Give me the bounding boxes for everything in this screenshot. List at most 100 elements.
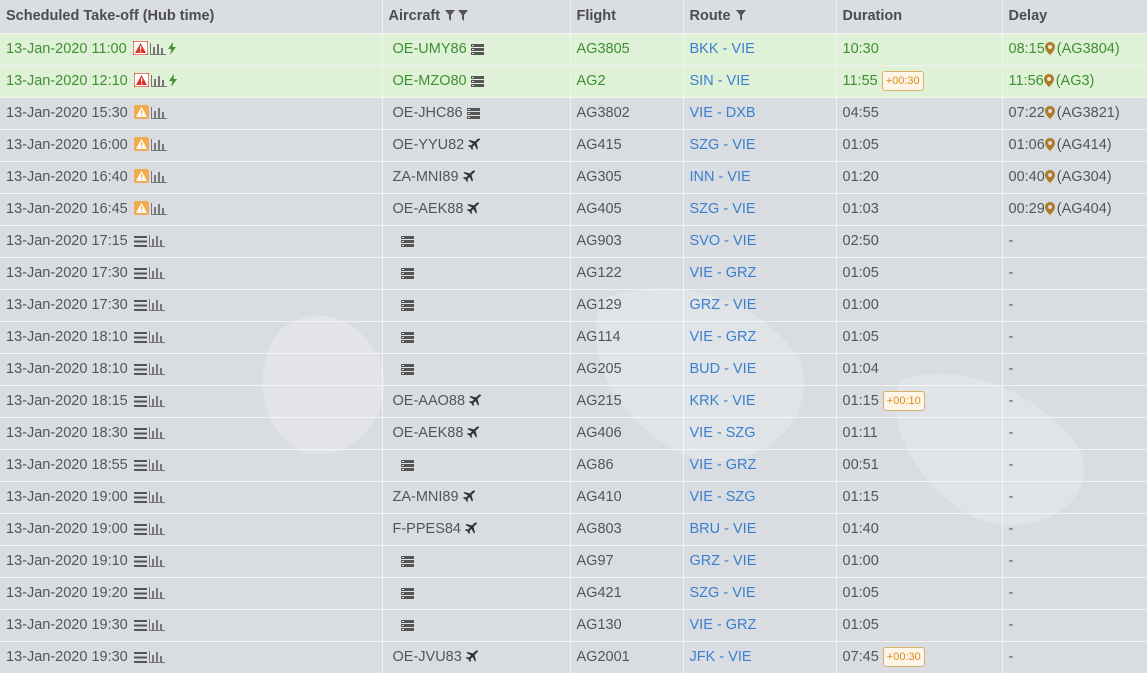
location-pin-icon[interactable] [1043,73,1056,89]
plane-icon[interactable] [461,489,476,505]
warning-orange-icon[interactable] [132,169,149,185]
menu-lines-icon[interactable] [132,297,147,313]
location-pin-icon[interactable] [1044,137,1057,153]
filter-icon[interactable] [443,8,456,24]
table-row[interactable]: 13-Jan-2020 16:40 ZA-MNI89 AG305 INN - VIE… [0,161,1147,193]
route-cell[interactable]: SVO - VIE [683,225,837,257]
bar-chart-icon[interactable] [147,617,165,633]
bar-chart-icon[interactable] [147,361,165,377]
aircraft-cell[interactable] [382,257,571,289]
location-pin-icon[interactable] [1044,201,1057,217]
menu-lines-icon[interactable] [132,489,147,505]
list-icon[interactable] [399,329,414,345]
menu-lines-icon[interactable] [132,649,147,665]
aircraft-cell[interactable]: OE-AEK88 [382,417,571,449]
plane-icon[interactable] [465,201,480,217]
list-icon[interactable] [469,41,484,57]
aircraft-cell[interactable]: ZA-MNI89 [382,161,571,193]
table-row[interactable]: 13-Jan-2020 11:00 OE-UMY86 AG3805 BKK - VI… [0,33,1147,65]
route-link[interactable]: SZG - VIE [690,201,756,217]
aircraft-cell[interactable]: OE-JVU83 [382,641,571,673]
aircraft-cell[interactable] [382,577,571,609]
route-cell[interactable]: BKK - VIE [683,33,837,65]
aircraft-cell[interactable] [382,449,571,481]
bar-chart-icon[interactable] [147,425,165,441]
bar-chart-icon[interactable] [147,457,165,473]
route-link[interactable]: KRK - VIE [690,393,756,409]
bar-chart-icon[interactable] [147,521,165,537]
column-header-delay[interactable]: Delay [1002,0,1147,33]
table-row[interactable]: 13-Jan-2020 19:10 AG97 GRZ - VIE 01:00 - [0,545,1147,577]
bar-chart-icon[interactable] [148,41,166,57]
location-pin-icon[interactable] [1044,105,1057,121]
table-row[interactable]: 13-Jan-2020 19:00 ZA-MNI89 AG410 VIE - SZG… [0,481,1147,513]
menu-lines-icon[interactable] [132,617,147,633]
aircraft-cell[interactable]: OE-MZO80 [382,65,571,97]
aircraft-cell[interactable] [382,321,571,353]
bar-chart-icon[interactable] [149,73,167,89]
warning-orange-icon[interactable] [132,201,149,217]
warning-orange-icon[interactable] [132,137,149,153]
column-header-route[interactable]: Route [683,0,837,33]
menu-lines-icon[interactable] [132,265,147,281]
aircraft-cell[interactable]: ZA-MNI89 [382,481,571,513]
location-pin-icon[interactable] [1044,169,1057,185]
bar-chart-icon[interactable] [149,137,167,153]
column-header-duration[interactable]: Duration [836,0,1003,33]
aircraft-cell[interactable] [382,609,571,641]
route-cell[interactable]: GRZ - VIE [683,545,837,577]
aircraft-cell[interactable] [382,353,571,385]
warning-red-icon[interactable] [132,73,149,89]
route-link[interactable]: VIE - GRZ [690,265,757,281]
plane-icon[interactable] [467,393,482,409]
plane-icon[interactable] [466,137,481,153]
bar-chart-icon[interactable] [147,393,165,409]
table-row[interactable]: 13-Jan-2020 18:15 OE-AAO88 AG215 KRK - VIE… [0,385,1147,417]
menu-lines-icon[interactable] [132,361,147,377]
list-icon[interactable] [399,233,414,249]
filter-icon[interactable] [734,8,746,24]
route-link[interactable]: JFK - VIE [690,649,752,665]
table-row[interactable]: 13-Jan-2020 15:30 OE-JHC86 AG3802 VIE - DX… [0,97,1147,129]
route-cell[interactable]: GRZ - VIE [683,289,837,321]
route-cell[interactable]: KRK - VIE [683,385,837,417]
route-link[interactable]: SZG - VIE [690,585,756,601]
route-cell[interactable]: BRU - VIE [683,513,837,545]
route-cell[interactable]: VIE - SZG [683,417,837,449]
menu-lines-icon[interactable] [132,553,147,569]
menu-lines-icon[interactable] [132,457,147,473]
route-link[interactable]: VIE - DXB [690,105,756,121]
table-row[interactable]: 13-Jan-2020 19:00 F-PPES84 AG803 BRU - VIE… [0,513,1147,545]
column-header-aircraft[interactable]: Aircraft [382,0,571,33]
list-icon[interactable] [399,585,414,601]
table-row[interactable]: 13-Jan-2020 19:20 AG421 SZG - VIE 01:05 - [0,577,1147,609]
menu-lines-icon[interactable] [132,393,147,409]
bar-chart-icon[interactable] [147,265,165,281]
column-header-flight[interactable]: Flight [570,0,684,33]
route-cell[interactable]: VIE - GRZ [683,257,837,289]
table-row[interactable]: 13-Jan-2020 18:55 AG86 VIE - GRZ 00:51 - [0,449,1147,481]
route-cell[interactable]: VIE - GRZ [683,449,837,481]
route-cell[interactable]: BUD - VIE [683,353,837,385]
plane-icon[interactable] [461,169,476,185]
menu-lines-icon[interactable] [132,521,147,537]
bar-chart-icon[interactable] [149,105,167,121]
warning-orange-icon[interactable] [132,105,149,121]
route-link[interactable]: VIE - SZG [690,489,756,505]
bar-chart-icon[interactable] [147,297,165,313]
bar-chart-icon[interactable] [149,169,167,185]
table-row[interactable]: 13-Jan-2020 17:30 AG129 GRZ - VIE 01:00 - [0,289,1147,321]
bar-chart-icon[interactable] [147,233,165,249]
table-row[interactable]: 13-Jan-2020 17:15 AG903 SVO - VIE 02:50 - [0,225,1147,257]
menu-lines-icon[interactable] [132,585,147,601]
table-row[interactable]: 13-Jan-2020 18:10 AG114 VIE - GRZ 01:05 - [0,321,1147,353]
route-link[interactable]: GRZ - VIE [690,297,757,313]
aircraft-cell[interactable]: OE-UMY86 [382,33,571,65]
route-cell[interactable]: SZG - VIE [683,193,837,225]
plane-icon[interactable] [464,649,479,665]
route-cell[interactable]: INN - VIE [683,161,837,193]
table-row[interactable]: 13-Jan-2020 17:30 AG122 VIE - GRZ 01:05 - [0,257,1147,289]
route-cell[interactable]: SZG - VIE [683,129,837,161]
warning-red-icon[interactable] [131,41,148,57]
menu-lines-icon[interactable] [132,233,147,249]
